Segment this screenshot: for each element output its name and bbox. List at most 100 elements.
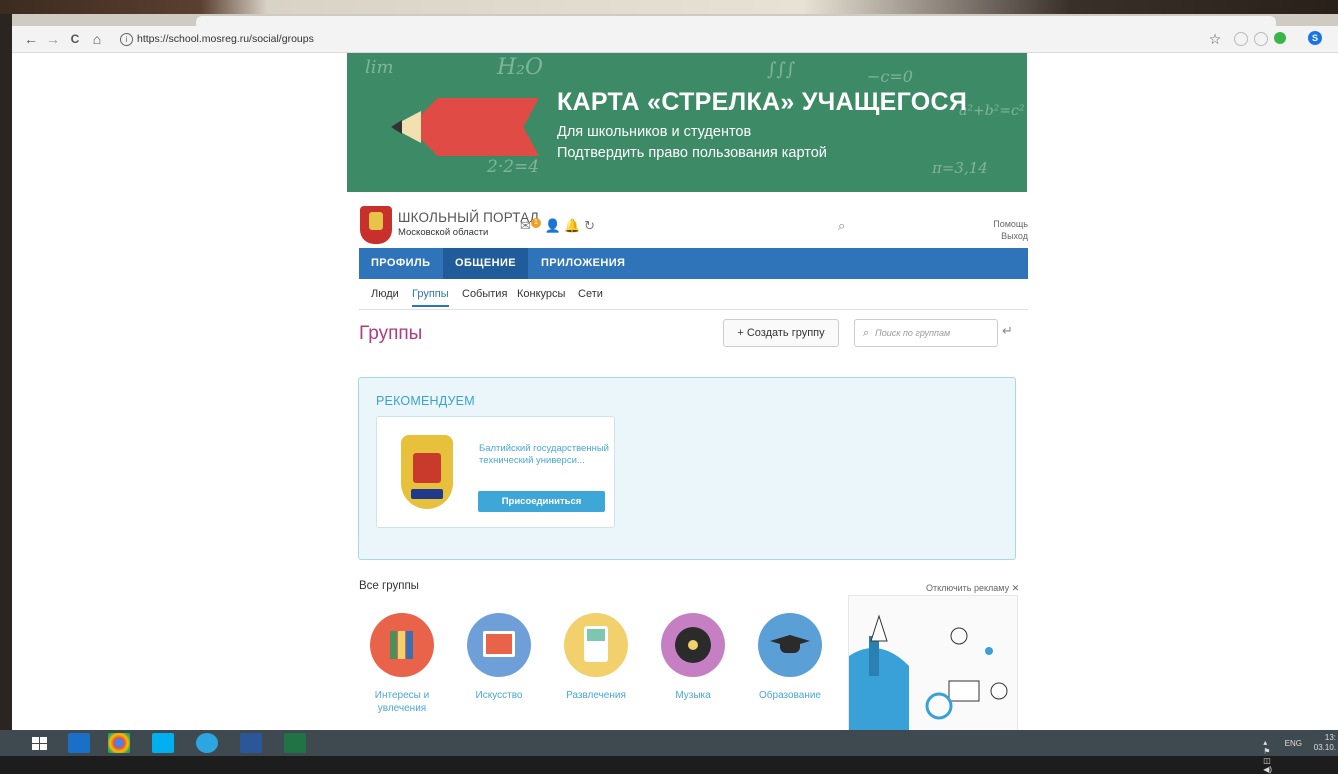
notification-badge: 1 xyxy=(530,218,541,228)
pencil-graphic xyxy=(409,98,539,156)
chalk-decoration: lim xyxy=(365,57,394,78)
portal-header: ШКОЛЬНЫЙ ПОРТАЛ Московской области ✉ 1 👤 … xyxy=(360,206,1028,246)
group-card[interactable]: Балтийский государственный технический у… xyxy=(376,416,615,528)
category-label: Образование xyxy=(759,690,821,701)
windows-taskbar: ▴ ⚑ ◫ ◀) ENG 13: 03.10. xyxy=(0,730,1338,774)
chalk-decoration: a²+b²=c² xyxy=(959,103,1025,119)
sub-navigation: Люди Группы События Конкурсы Сети xyxy=(359,279,1028,310)
tab-strip xyxy=(12,14,1338,26)
chalk-decoration: ∫∫∫ xyxy=(767,59,796,80)
main-navigation: ПРОФИЛЬ ОБЩЕНИЕ ПРИЛОЖЕНИЯ xyxy=(359,248,1028,279)
gameboy-screen xyxy=(587,629,605,641)
telegram-icon[interactable] xyxy=(196,733,218,753)
nav-tab-profile[interactable]: ПРОФИЛЬ xyxy=(359,248,442,279)
search-icon: ⌕ xyxy=(863,327,870,339)
clock-time: 13: xyxy=(1324,733,1336,742)
cap-base xyxy=(780,643,800,653)
chrome-icon[interactable] xyxy=(108,733,130,753)
category-entertainment[interactable]: Развлечения xyxy=(551,613,641,702)
info-icon[interactable]: i xyxy=(120,32,133,46)
picture-canvas xyxy=(486,634,512,654)
category-label: Интересы и увлечения xyxy=(374,690,430,714)
clock-date: 03.10. xyxy=(1313,743,1336,752)
chalk-decoration: H₂O xyxy=(497,55,544,80)
bell-icon[interactable]: 🔔 xyxy=(564,218,580,233)
banner-subtitle-line-1: Для школьников и студентов xyxy=(557,124,752,140)
browser-toolbar: ← → C ⌂ i https://school.mosreg.ru/social… xyxy=(12,26,1338,53)
reload-button[interactable]: C xyxy=(66,30,84,48)
group-search-input[interactable]: ⌕ Поиск по группам xyxy=(854,319,998,347)
subnav-contests[interactable]: Конкурсы xyxy=(517,288,565,300)
subnav-groups[interactable]: Группы xyxy=(412,288,449,307)
back-button[interactable]: ← xyxy=(22,30,40,48)
university-emblem-logo xyxy=(401,435,453,509)
refresh-icon[interactable]: ↻ xyxy=(584,218,595,233)
chalk-decoration: −c=0 xyxy=(867,67,913,86)
promo-banner[interactable]: lim H₂O ∫∫∫ −c=0 2·2=4 π=3,14 a²+b²=c² К… xyxy=(347,53,1027,192)
category-art[interactable]: Искусство xyxy=(454,613,544,702)
outlook-icon[interactable] xyxy=(68,733,90,753)
user-icon[interactable]: 👤 xyxy=(545,218,561,233)
picture-icon xyxy=(467,613,531,677)
logout-link[interactable]: Выход xyxy=(993,230,1028,242)
language-indicator[interactable]: ENG xyxy=(1285,739,1302,748)
ad-illustration xyxy=(849,614,1008,730)
all-groups-title: Все группы xyxy=(359,580,419,592)
pencil-tip xyxy=(391,120,402,134)
clock[interactable]: 13: 03.10. xyxy=(1314,733,1336,753)
banner-subtitle-line-2: Подтвердить право пользования картой xyxy=(557,145,827,161)
extension-icon-3[interactable] xyxy=(1274,32,1286,44)
extension-icon-2[interactable] xyxy=(1254,32,1268,46)
extension-icon-1[interactable] xyxy=(1234,32,1248,46)
subnav-networks[interactable]: Сети xyxy=(578,288,603,300)
category-music[interactable]: Музыка xyxy=(648,613,738,702)
messages-icon[interactable]: ✉ xyxy=(520,218,531,233)
nav-tab-communication[interactable]: ОБЩЕНИЕ xyxy=(443,248,528,279)
category-label: Музыка xyxy=(675,690,711,701)
active-tab[interactable] xyxy=(196,16,1276,26)
desktop-top-strip xyxy=(0,0,1338,14)
home-button[interactable]: ⌂ xyxy=(88,30,106,48)
advertisement-banner[interactable] xyxy=(848,595,1018,730)
web-page: lim H₂O ∫∫∫ −c=0 2·2=4 π=3,14 a²+b²=c² К… xyxy=(12,53,1338,730)
category-label: Искусство xyxy=(475,690,523,701)
gameboy-icon xyxy=(564,613,628,677)
profile-avatar[interactable]: S xyxy=(1308,31,1322,45)
help-link[interactable]: Помощь xyxy=(993,218,1028,230)
category-interests[interactable]: Интересы и увлечения xyxy=(357,613,447,715)
subnav-events[interactable]: События xyxy=(462,288,507,300)
vinyl-label xyxy=(688,640,698,650)
moscow-region-crest-logo[interactable] xyxy=(360,206,392,244)
portal-title[interactable]: ШКОЛЬНЫЙ ПОРТАЛ xyxy=(398,210,539,225)
skype-icon[interactable] xyxy=(152,733,174,753)
search-placeholder: Поиск по группам xyxy=(875,328,951,338)
create-group-button[interactable]: + Создать группу xyxy=(723,319,839,347)
portal-subtitle: Московской области xyxy=(398,227,489,238)
book-spine xyxy=(406,631,413,659)
group-name[interactable]: Балтийский государственный технический у… xyxy=(479,443,609,467)
chalk-decoration: 2·2=4 xyxy=(487,157,540,177)
tray-icons[interactable]: ▴ ⚑ ◫ ◀) xyxy=(1263,738,1272,774)
bookmark-star-icon[interactable]: ☆ xyxy=(1206,30,1224,48)
recommended-title: РЕКОМЕНДУЕМ xyxy=(376,394,475,408)
excel-icon[interactable] xyxy=(284,733,306,753)
category-education[interactable]: Образование xyxy=(745,613,835,702)
chalk-decoration: π=3,14 xyxy=(932,159,988,177)
forward-button[interactable]: → xyxy=(44,30,62,48)
enter-icon[interactable]: ↵ xyxy=(1002,323,1013,339)
subnav-people[interactable]: Люди xyxy=(371,288,399,300)
header-search-icon[interactable]: ⌕ xyxy=(838,218,845,234)
book-spine xyxy=(390,631,397,659)
books-icon xyxy=(370,613,434,677)
browser-window: ← → C ⌂ i https://school.mosreg.ru/social… xyxy=(12,14,1338,730)
disable-ads-link[interactable]: Отключить рекламу ✕ xyxy=(926,583,1019,594)
banner-title: КАРТА «СТРЕЛКА» УЧАЩЕГОСЯ xyxy=(557,88,968,116)
join-button[interactable]: Присоединиться xyxy=(478,491,605,512)
word-icon[interactable] xyxy=(240,733,262,753)
address-bar[interactable]: i https://school.mosreg.ru/social/groups xyxy=(120,30,1300,48)
recommended-section: РЕКОМЕНДУЕМ Балтийский государственный т… xyxy=(358,377,1016,560)
header-links: Помощь Выход xyxy=(993,218,1028,242)
nav-tab-apps[interactable]: ПРИЛОЖЕНИЯ xyxy=(529,248,637,279)
book-spine xyxy=(398,631,405,659)
windows-start-icon[interactable] xyxy=(30,733,50,753)
